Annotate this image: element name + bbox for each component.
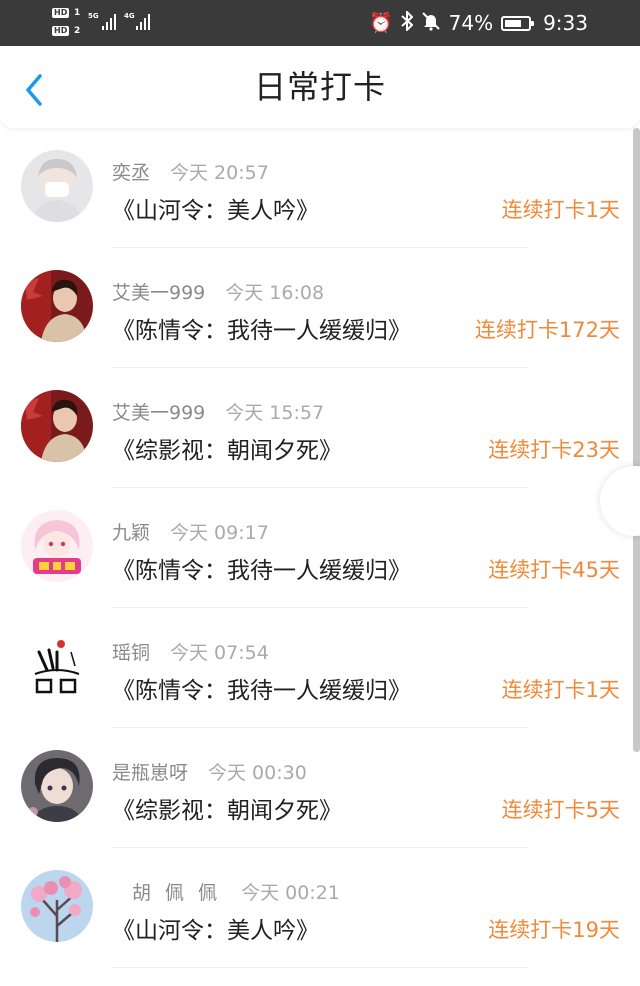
hd2-badge: HD — [52, 26, 70, 36]
avatar-red-portrait — [21, 270, 93, 342]
checkin-time: 今天 00:30 — [208, 762, 307, 784]
book-title[interactable]: 《综影视：朝闻夕死》 — [112, 791, 342, 825]
avatar[interactable] — [21, 390, 93, 462]
book-title[interactable]: 《陈情令：我待一人缓缓归》 — [112, 311, 411, 345]
row-divider — [112, 967, 528, 968]
avatar[interactable] — [21, 630, 93, 702]
alarm-icon: ⏰ — [368, 11, 393, 34]
avatar[interactable] — [21, 270, 93, 342]
list-item[interactable]: 九颖 今天 09:17 《陈情令：我待一人缓缓归》 连续打卡45天 — [0, 488, 640, 608]
battery-icon — [501, 15, 535, 31]
user-name[interactable]: 九颖 — [112, 522, 150, 544]
avatar-masked-person — [21, 150, 93, 222]
scrollbar[interactable] — [633, 128, 640, 752]
avatar-red-portrait — [21, 390, 93, 462]
user-name[interactable]: 胡 佩 佩 — [132, 882, 221, 904]
streak-label: 连续打卡5天 — [501, 798, 620, 822]
user-name[interactable]: 奕丞 — [112, 162, 150, 184]
battery-level — [505, 19, 522, 27]
list-item[interactable]: 是瓶崽呀 今天 00:30 《综影视：朝闻夕死》 连续打卡5天 — [0, 728, 640, 848]
bluetooth-icon — [400, 9, 414, 35]
battery-percent: 74% — [448, 11, 494, 35]
streak-label: 连续打卡23天 — [488, 438, 620, 462]
signal1-icon — [102, 12, 116, 30]
checkin-meta: 艾美一999 今天 15:57 — [112, 398, 324, 425]
avatar-anime-boy — [21, 750, 93, 822]
checkin-time: 今天 20:57 — [170, 162, 269, 184]
status-right: ⏰ 74% 9:33 — [369, 0, 588, 46]
avatar[interactable] — [21, 510, 93, 582]
avatar-blossom-tree — [21, 870, 93, 942]
list-item[interactable]: 艾美一999 今天 15:57 《综影视：朝闻夕死》 连续打卡23天 — [0, 368, 640, 488]
clock: 9:33 — [543, 11, 588, 35]
checkin-meta: 奕丞 今天 20:57 — [112, 158, 269, 185]
streak-label: 连续打卡19天 — [488, 918, 620, 942]
book-title[interactable]: 《山河令：美人吟》 — [112, 911, 319, 945]
list-item[interactable]: 瑶铜 今天 07:54 《陈情令：我待一人缓缓归》 连续打卡1天 — [0, 608, 640, 728]
list-item[interactable]: 胡 佩 佩今天 00:21 《山河令：美人吟》 连续打卡19天 — [0, 848, 640, 968]
book-title[interactable]: 《综影视：朝闻夕死》 — [112, 431, 342, 465]
list-item[interactable]: 奕丞 今天 20:57 《山河令：美人吟》 连续打卡1天 — [0, 128, 640, 248]
checkin-time: 今天 09:17 — [170, 522, 269, 544]
signal2-icon — [136, 12, 150, 30]
list-item[interactable]: 艾美一999 今天 16:08 《陈情令：我待一人缓缓归》 连续打卡172天 — [0, 248, 640, 368]
page-header: 日常打卡 — [0, 46, 640, 128]
sim1-number: 1 — [74, 8, 81, 18]
sim2-number: 2 — [74, 26, 81, 36]
book-title[interactable]: 《陈情令：我待一人缓缓归》 — [112, 551, 411, 585]
avatar[interactable] — [21, 750, 93, 822]
avatar-anime-girl — [21, 510, 93, 582]
status-bar: HD 1 HD 2 5G 4G ⏰ 74% 9:33 — [0, 0, 640, 46]
streak-label: 连续打卡1天 — [501, 678, 620, 702]
network-5g-label: 5G — [88, 12, 99, 20]
streak-label: 连续打卡172天 — [474, 318, 620, 342]
avatar[interactable] — [21, 870, 93, 942]
checkin-time: 今天 15:57 — [225, 402, 325, 424]
streak-label: 连续打卡1天 — [501, 198, 620, 222]
checkin-meta: 九颖 今天 09:17 — [112, 518, 269, 545]
streak-label: 连续打卡45天 — [488, 558, 620, 582]
checkin-time: 今天 16:08 — [225, 282, 325, 304]
user-name[interactable]: 艾美一999 — [112, 402, 205, 424]
user-name[interactable]: 艾美一999 — [112, 282, 205, 304]
user-name[interactable]: 是瓶崽呀 — [112, 762, 188, 784]
checkin-meta: 艾美一999 今天 16:08 — [112, 278, 324, 305]
network-4g-label: 4G — [124, 12, 135, 20]
checkin-time: 今天 07:54 — [170, 642, 269, 664]
avatar-ink-calligraphy — [21, 630, 93, 702]
book-title[interactable]: 《山河令：美人吟》 — [112, 191, 319, 225]
user-name[interactable]: 瑶铜 — [112, 642, 150, 664]
checkin-meta: 瑶铜 今天 07:54 — [112, 638, 269, 665]
checkin-time: 今天 00:21 — [241, 882, 340, 904]
checkin-list: 奕丞 今天 20:57 《山河令：美人吟》 连续打卡1天 艾美一999 今天 16:… — [0, 128, 640, 968]
book-title[interactable]: 《陈情令：我待一人缓缓归》 — [112, 671, 411, 705]
mute-icon — [421, 11, 441, 35]
hd1-badge: HD — [52, 8, 70, 18]
avatar[interactable] — [21, 150, 93, 222]
page-title: 日常打卡 — [253, 68, 386, 106]
checkin-meta: 是瓶崽呀 今天 00:30 — [112, 758, 307, 785]
checkin-meta: 胡 佩 佩今天 00:21 — [112, 878, 340, 905]
